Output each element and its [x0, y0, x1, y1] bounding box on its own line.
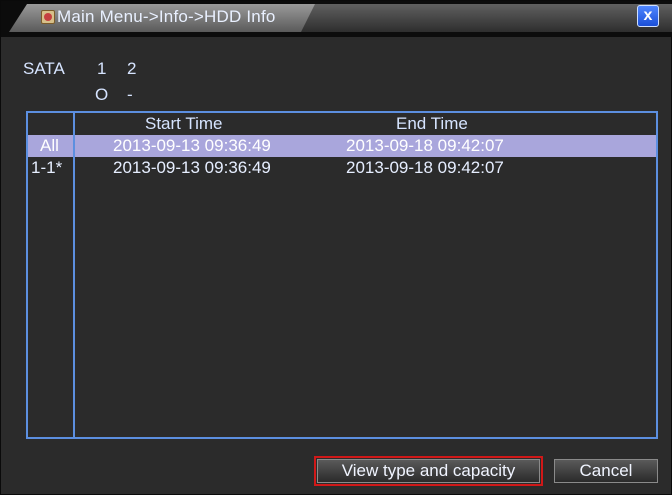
title-bar-fill: [301, 4, 672, 32]
menu-app-icon: [41, 10, 55, 24]
column-divider: [73, 113, 75, 437]
hdd-record-table: Start Time End Time All 2013-09-13 09:36…: [26, 111, 658, 439]
cancel-button[interactable]: Cancel: [554, 459, 658, 483]
table-row[interactable]: All 2013-09-13 09:36:49 2013-09-18 09:42…: [28, 135, 656, 157]
table-row[interactable]: 1-1* 2013-09-13 09:36:49 2013-09-18 09:4…: [28, 157, 656, 179]
sata-status-2: -: [127, 85, 133, 104]
sata-label: SATA: [23, 59, 65, 78]
view-type-and-capacity-button[interactable]: View type and capacity: [314, 456, 543, 486]
row-start-time: 2013-09-13 09:36:49: [113, 136, 271, 155]
close-button[interactable]: x: [637, 5, 659, 27]
close-icon: x: [643, 7, 653, 24]
sata-drive-1: 1: [97, 59, 107, 78]
title-bar: Main Menu->Info->HDD Info x: [1, 1, 672, 37]
row-id: 1-1*: [31, 158, 63, 177]
row-end-time: 2013-09-18 09:42:07: [346, 158, 504, 177]
column-start-time: Start Time: [145, 114, 223, 133]
hdd-info-window: Main Menu->Info->HDD Info x SATA 1 2 O -…: [0, 0, 672, 495]
sata-status-1: O: [95, 85, 109, 104]
row-end-time: 2013-09-18 09:42:07: [346, 136, 504, 155]
sata-drive-2: 2: [127, 59, 137, 78]
column-end-time: End Time: [396, 114, 468, 133]
window-title: Main Menu->Info->HDD Info: [57, 7, 276, 26]
row-start-time: 2013-09-13 09:36:49: [113, 158, 271, 177]
table-header: Start Time End Time: [28, 113, 656, 134]
row-id: All: [40, 136, 59, 155]
